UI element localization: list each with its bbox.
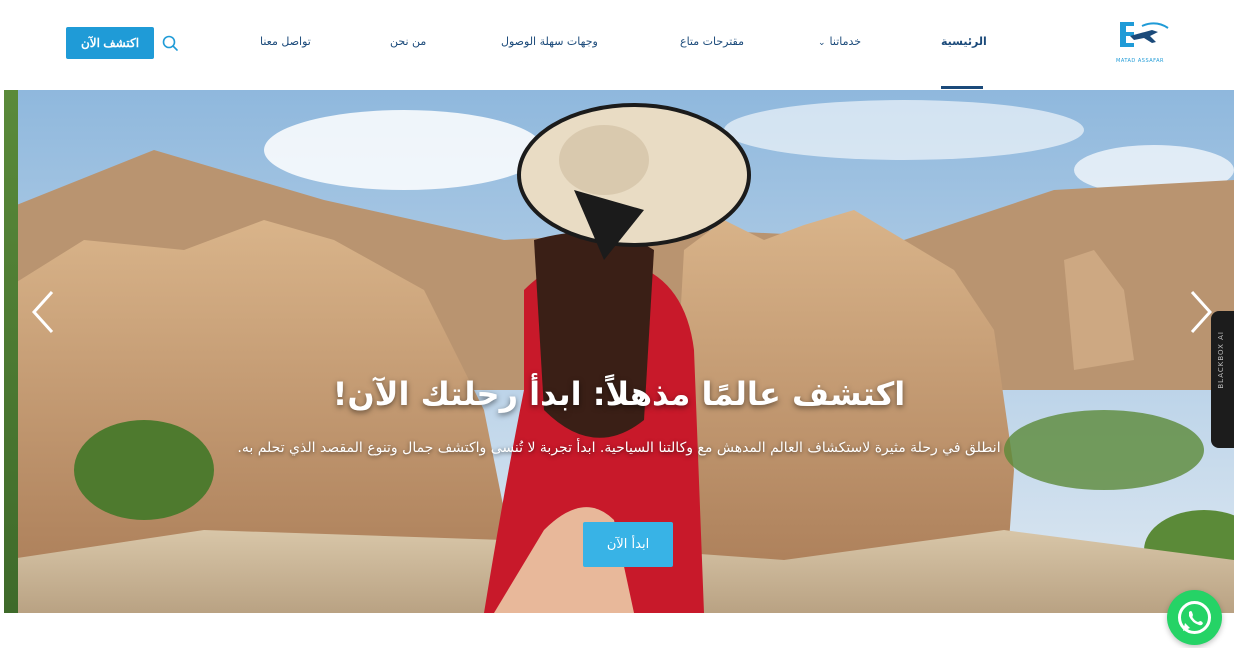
- side-widget-label: BLACKBOX AI: [1217, 331, 1225, 389]
- hero-slider: اكتشف عالمًا مذهلاً: ابدأ رحلتك الآن! ان…: [4, 90, 1234, 613]
- nav-contact[interactable]: تواصل معنا: [260, 35, 311, 48]
- nav-destinations[interactable]: وجهات سهلة الوصول: [501, 35, 598, 48]
- hero-title: اكتشف عالمًا مذهلاً: ابدأ رحلتك الآن!: [332, 375, 906, 413]
- nav-services[interactable]: ⌄ خدماتنا: [818, 35, 861, 48]
- side-widget-tab[interactable]: BLACKBOX AI: [1211, 311, 1234, 448]
- nav-about[interactable]: من نحن: [390, 35, 426, 48]
- logo-text: MATAD ASSAFAR: [1116, 58, 1164, 64]
- active-nav-indicator: [941, 86, 983, 89]
- hero-left-edge: [4, 90, 18, 613]
- nav-services-label: خدماتنا: [829, 35, 862, 48]
- chevron-down-icon: ⌄: [818, 38, 826, 48]
- start-now-button[interactable]: ابدأ الآن: [583, 522, 673, 567]
- hero-subtitle: انطلق في رحلة مثيرة لاستكشاف العالم المد…: [237, 440, 1001, 456]
- slider-prev-icon[interactable]: [30, 290, 60, 334]
- whatsapp-icon[interactable]: [1167, 590, 1222, 645]
- nav-home[interactable]: الرئيسية: [941, 35, 987, 48]
- site-header: اكتشف الآن تواصل معنا من نحن وجهات سهلة …: [0, 0, 1234, 90]
- nav-suggestions[interactable]: مقترحات متاع: [680, 35, 744, 48]
- explore-now-button[interactable]: اكتشف الآن: [66, 27, 154, 59]
- search-icon[interactable]: [160, 33, 180, 53]
- slider-next-icon[interactable]: [1184, 290, 1214, 334]
